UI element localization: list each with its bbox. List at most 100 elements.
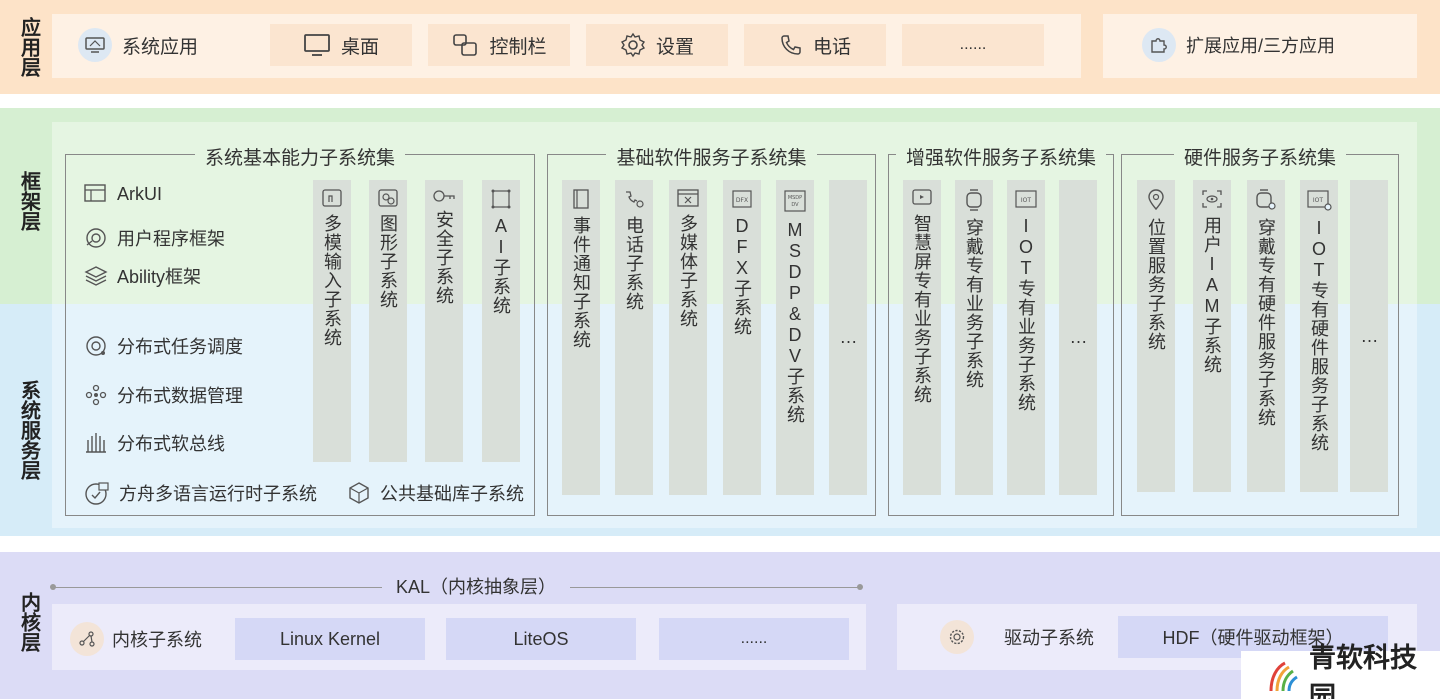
task-schedule-icon [83,333,109,359]
dfx-icon: DFX [730,188,754,210]
subsystem-column-more: … [1059,180,1097,495]
item-label: 用户程序框架 [117,229,225,249]
app-item-more: ...... [902,24,1044,66]
kernel-box-linux: Linux Kernel [235,618,425,660]
kernel-subsystem-label: 内核子系统 [112,630,202,650]
subsystem-column: 电话子系统 [615,180,653,495]
column-label: 智慧屏专有业务子系统 [912,214,932,404]
app-item-system[interactable]: 系统应用 [78,24,248,66]
column-label: 用户IAM子系统 [1202,216,1222,374]
subsystem-column: 穿戴专有业务子系统 [955,180,993,495]
column-label: 位置服务子系统 [1146,218,1166,351]
touch-input-icon [321,188,343,208]
runtime-icon [83,480,111,506]
driver-gear-icon [940,620,974,654]
column-label: IOT专有业务子系统 [1016,216,1036,412]
layers-icon [83,264,109,288]
control-bar-icon [451,32,479,58]
column-label: 多媒体子系统 [678,214,698,328]
driver-subsystem-label: 驱动子系统 [1004,628,1094,648]
subsystem-column-more: … [1350,180,1388,492]
app-item-settings[interactable]: 设置 [586,24,728,66]
iot-gear-icon: IOT [1305,188,1333,212]
layer-text: 框架层 [17,171,40,231]
column-label: … [1068,327,1089,348]
list-item-arkui: ArkUI [83,182,162,206]
item-label: ArkUI [117,183,162,204]
column-label: 事件通知子系统 [571,216,591,349]
app-item-controlbar[interactable]: 控制栏 [428,24,570,66]
app-item-extension[interactable]: 扩展应用/三方应用 [1142,24,1412,66]
monitor-icon [303,33,331,57]
column-label: 安全子系统 [434,210,454,305]
item-label: 分布式任务调度 [117,337,243,357]
notebook-icon [571,188,591,210]
layer-text: 系统服务层 [17,380,40,480]
subsystem-column: 多模输入子系统 [313,180,351,462]
system-app-icon [78,28,112,62]
column-label: DFX子系统 [732,216,752,336]
layer-text: 内核层 [17,592,40,652]
list-item-task-schedule: 分布式任务调度 [83,333,243,359]
group-title: 硬件服务子系统集 [1122,143,1398,170]
svg-text:MSDP: MSDP [788,195,802,201]
group-title: 基础软件服务子系统集 [548,143,875,170]
item-label: 方舟多语言运行时子系统 [119,484,317,504]
kernel-layer-label: 内核层 [0,584,56,660]
list-item-ability: Ability框架 [83,263,201,289]
watermark-logo: 青软科技园 [1241,643,1440,699]
subsystem-column: IOT IOT专有硬件服务子系统 [1300,180,1338,492]
app-item-label: ...... [959,36,987,53]
subsystem-column: 事件通知子系统 [562,180,600,495]
location-icon [1146,188,1166,212]
subsystem-column: 图形子系统 [369,180,407,462]
cube-icon [346,480,372,506]
layer-text: 应用层 [17,17,40,77]
phone-gear-icon [622,188,646,210]
subsystem-column: 用户IAM子系统 [1193,180,1231,492]
kernel-box-label: ...... [740,630,768,647]
svg-text:IOT: IOT [1313,197,1323,204]
group-title: 系统基本能力子系统集 [66,143,534,170]
column-label: MSDP&DV子系统 [785,220,805,424]
item-label: Ability框架 [117,267,202,287]
puzzle-icon [1142,28,1176,62]
kernel-box-more: ...... [659,618,849,660]
group-title: 增强软件服务子系统集 [889,143,1113,170]
gear-icon [620,32,646,58]
list-item-data-manage: 分布式数据管理 [83,382,243,408]
framework-layer-label: 框架层 [0,160,56,242]
smart-screen-icon [911,188,933,208]
svg-text:IOT: IOT [1021,197,1031,204]
list-item-common-lib: 公共基础库子系统 [346,480,524,506]
watch-icon [964,188,984,212]
app-item-phone[interactable]: 电话 [744,24,886,66]
app-item-desktop[interactable]: 桌面 [270,24,412,66]
list-item-softbus: 分布式软总线 [83,430,225,456]
column-label: 穿戴专有硬件服务子系统 [1256,218,1276,427]
system-layer-label: 系统服务层 [0,368,56,492]
app-item-label: 控制栏 [489,36,547,58]
column-label: IOT专有硬件服务子系统 [1309,218,1329,452]
subsystem-column: MSDP DV MSDP&DV子系统 [776,180,814,495]
item-label: 分布式软总线 [117,434,225,454]
column-label: 多模输入子系统 [322,214,342,347]
media-icon [676,188,700,208]
driver-subsystem: 驱动子系统 [940,620,1094,654]
ai-chip-icon [490,188,512,210]
app-item-label: 电话 [812,36,851,58]
app-layer-label: 应用层 [0,10,56,84]
column-label: 图形子系统 [378,214,398,309]
subsystem-column: DFX DFX子系统 [723,180,761,495]
arkui-icon [83,182,109,206]
kal-label: KAL（内核抽象层） [382,573,571,599]
app-item-label: 扩展应用/三方应用 [1186,36,1336,56]
app-item-label: 桌面 [340,36,379,58]
face-id-icon [1200,188,1224,210]
column-label: 电话子系统 [624,216,644,311]
column-label: … [838,327,859,348]
list-item-runtime: 方舟多语言运行时子系统 [83,480,317,506]
app-framework-icon [83,225,109,251]
column-label: 穿戴专有业务子系统 [964,218,984,389]
phone-icon [779,33,803,57]
